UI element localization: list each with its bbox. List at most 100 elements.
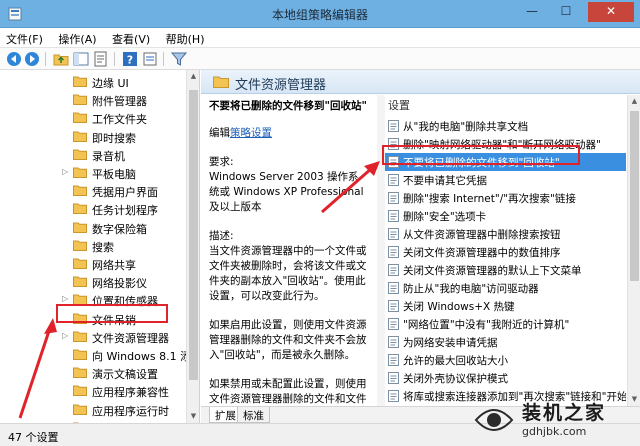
scrollbar-thumb[interactable] [189,90,198,380]
folder-icon [73,149,87,160]
menu-help[interactable]: 帮助(H) [160,28,211,47]
export-list-icon[interactable] [93,51,109,67]
tree-item-label: 向 Windows 8.1 添 [92,350,192,363]
setting-row-label: 防止从"我的电脑"访问驱动器 [403,283,539,295]
tab-standard[interactable]: 标准 [237,407,270,423]
tree-item[interactable]: ▷ 平板电脑 [0,164,186,182]
setting-row[interactable]: 从"我的电脑"删除共享文档 [385,117,626,135]
tree-item-label: 附件管理器 [92,95,147,109]
enable-text: 如果启用此设置，则使用文件资源管理器删除的文件和文件夹不会放入"回收站"，而是被… [209,319,367,361]
tree-item[interactable]: 数字保险箱 [0,219,186,237]
scroll-up-icon[interactable]: ▲ [628,95,640,108]
tree-item[interactable]: ▷ 文件资源管理器 [0,328,186,346]
policy-setting-icon [388,228,399,240]
setting-row[interactable]: 关闭 Windows+X 热键 [385,297,626,315]
menu-bar: 文件(F) 操作(A) 查看(V) 帮助(H) [0,28,640,48]
settings-count: 47 个设置 [8,431,59,444]
tree-item-label: 演示文稿设置 [92,368,158,382]
setting-row[interactable]: 为网络安装申请凭据 [385,333,626,351]
tree-item[interactable]: 向 Windows 8.1 添 [0,346,191,364]
annotation-box-policy [382,145,580,165]
filter-icon[interactable] [171,51,187,67]
folder-icon [73,203,87,215]
description-label: 描述: [209,230,234,242]
policy-setting-icon [388,336,399,348]
tree-item[interactable]: 附件管理器 [0,91,186,109]
setting-row-label: 关闭文件资源管理器的默认上下文菜单 [403,265,582,277]
toolbar: ? [0,48,640,70]
tree-item[interactable]: 凭据用户界面 [0,182,186,200]
scroll-down-icon[interactable]: ▼ [187,410,199,423]
watermark-url: gdhjbk.com [522,425,587,438]
setting-row[interactable]: 不要申请其它凭据 [385,171,626,189]
setting-row[interactable]: 关闭文件资源管理器的默认上下文菜单 [385,261,626,279]
settings-list-scrollbar[interactable]: ▲ ▼ [627,95,640,406]
policy-setting-icon [388,354,399,366]
menu-action[interactable]: 操作(A) [52,28,102,47]
toolbar-separator [163,52,164,66]
setting-row[interactable]: 防止从"我的电脑"访问驱动器 [385,279,626,297]
setting-row[interactable]: 从文件资源管理器中删除搜索按钮 [385,225,626,243]
folder-icon [73,112,87,124]
forward-icon[interactable] [24,51,40,67]
show-hide-tree-icon[interactable] [73,51,89,67]
svg-text:?: ? [127,54,133,67]
setting-row[interactable]: 删除"安全"选项卡 [385,207,626,225]
setting-row[interactable]: 删除"搜索 Internet"/"再次搜索"链接 [385,189,626,207]
edit-prefix: 编辑 [209,127,230,139]
edit-policy-line: 编辑策略设置 [209,126,369,141]
menu-file[interactable]: 文件(F) [0,28,49,47]
menu-view[interactable]: 查看(V) [106,28,156,47]
tree-item[interactable]: 任务计划程序 [0,200,186,218]
tree-item[interactable]: 网络投影仪 [0,273,186,291]
tree-item[interactable]: 网络共享 [0,255,186,273]
tree-item[interactable]: 搜索 [0,237,186,255]
setting-row[interactable]: 允许的最大回收站大小 [385,351,626,369]
setting-row[interactable]: "网络位置"中没有"我附近的计算机" [385,315,626,333]
setting-row[interactable]: 关闭外壳协议保护模式 [385,369,626,387]
watermark-logo [474,409,514,431]
scroll-up-icon[interactable]: ▲ [187,70,199,83]
setting-row-label: 关闭外壳协议保护模式 [403,373,508,385]
tree-item[interactable]: 应用程序兼容性 [0,382,186,400]
tree-item[interactable]: 边缘 UI [0,73,186,91]
setting-row-label: 删除"搜索 Internet"/"再次搜索"链接 [403,193,576,205]
tree-item[interactable]: 录音机 [0,146,186,164]
folder-icon [73,367,87,379]
folder-icon [73,331,87,342]
setting-row-label: 允许的最大回收站大小 [403,355,508,367]
policy-setting-icon [388,300,399,312]
policy-setting-icon [388,246,399,258]
setting-row[interactable]: 关闭文件资源管理器中的数值排序 [385,243,626,261]
column-header-settings[interactable]: 设置 [385,97,626,117]
policy-tree[interactable]: 边缘 UI 附件管理器工作文件夹 即时搜索 录音机 ▷ 平板电脑 凭据用户界面 任务计划程序数… [0,70,200,423]
properties-icon[interactable] [142,51,158,67]
settings-list: 设置 从"我的电脑"删除共享文档 删除"映射网络驱动器"和"断开网络驱动器" 不要将… [385,95,626,406]
help-icon[interactable]: ? [122,51,138,67]
minimize-button[interactable]: — [518,2,546,22]
close-button[interactable]: ✕ [588,2,634,22]
expand-arrow-icon[interactable]: ▷ [62,294,68,303]
toolbar-separator [114,52,115,66]
tree-item-label: 数字保险箱 [92,222,147,236]
title-bar: 本地组策略编辑器 — ☐ ✕ [0,0,640,28]
maximize-button[interactable]: ☐ [552,2,580,22]
tree-item[interactable]: 应用程序运行时 [0,401,186,419]
tree-item-label: 工作文件夹 [92,113,147,127]
expand-arrow-icon[interactable]: ▷ [62,331,68,340]
pane-divider[interactable] [377,95,385,406]
tree-item[interactable]: 工作文件夹 [0,109,186,127]
tree-scrollbar[interactable]: ▲ ▼ [186,70,199,423]
tree-item[interactable]: 演示文稿设置 [0,364,186,382]
site-watermark: 装机之家 gdhjbk.com [466,398,634,444]
tree-item[interactable]: 即时搜索 [0,128,186,146]
policy-description-panel: 不要将已删除的文件移到"回收站" 编辑策略设置 要求: Windows Serv… [201,95,375,406]
folder-icon [73,276,87,288]
expand-arrow-icon[interactable]: ▷ [62,167,68,176]
folder-up-icon[interactable] [53,51,69,67]
tree-item-label: 搜索 [92,240,114,254]
edit-policy-link[interactable]: 策略设置 [230,127,272,139]
scrollbar-thumb[interactable] [630,111,639,281]
back-icon[interactable] [6,51,22,67]
setting-row-label: 为网络安装申请凭据 [403,337,498,349]
